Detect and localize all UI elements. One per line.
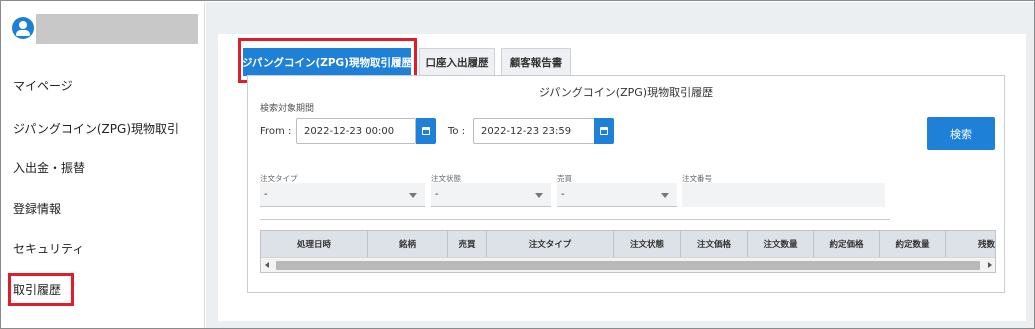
buy-sell-value: - [561,189,565,200]
content-card: ジパングコイン(ZPG)現物取引履歴 口座入出履歴 顧客報告書 ジパングコイン(… [218,34,1026,321]
to-calendar-button[interactable] [594,118,614,144]
tab-account-transfer-history[interactable]: 口座入出履歴 [419,48,495,76]
horizontal-scrollbar[interactable] [261,257,995,272]
trade-history-highlight-box [8,273,74,306]
scroll-left-icon[interactable] [265,262,269,268]
chevron-down-icon [661,193,669,198]
chevron-down-icon [409,193,417,198]
order-status-select[interactable]: - [431,183,551,207]
table-header-cell: 注文数量 [748,231,814,257]
from-label: From : [260,126,292,137]
table-header-cell: 残数量 [946,231,995,257]
table-header-cell: 注文タイプ [487,231,614,257]
to-date-input[interactable]: 2022-12-23 23:59 [473,118,595,144]
panel-title: ジパングコイン(ZPG)現物取引履歴 [538,86,714,99]
user-avatar-icon [12,17,34,39]
table-header-cell: 処理日時 [261,231,368,257]
table-header-cell: 銘柄 [368,231,448,257]
order-type-select[interactable]: - [260,183,425,207]
divider [260,219,890,220]
tab-customer-report[interactable]: 顧客報告書 [501,48,571,76]
sidebar-item-deposit-withdraw[interactable]: 入出金・振替 [13,159,85,176]
calendar-icon [600,127,608,135]
order-type-value: - [264,189,268,200]
search-period-label: 検索対象期間 [260,104,315,114]
sidebar: マイページ ジパングコイン(ZPG)現物取引 入出金・振替 登録情報 セキュリテ… [2,2,205,328]
sidebar-item-mypage[interactable]: マイページ [13,77,73,94]
table-header-cell: 注文状態 [614,231,681,257]
buy-sell-select[interactable]: - [557,183,677,207]
table-header-row: 処理日時 銘柄 売買 注文タイプ 注文状態 注文価格 注文数量 約定価格 約定数… [261,231,995,257]
window-frame: マイページ ジパングコイン(ZPG)現物取引 入出金・振替 登録情報 セキュリテ… [0,0,1035,329]
chevron-down-icon [535,193,543,198]
history-table: 処理日時 銘柄 売買 注文タイプ 注文状態 注文価格 注文数量 約定価格 約定数… [260,230,996,273]
order-number-input[interactable] [682,183,885,207]
from-calendar-button[interactable] [416,118,436,144]
order-status-value: - [435,189,439,200]
scroll-right-icon[interactable] [988,262,992,268]
table-header-cell: 約定価格 [814,231,880,257]
history-panel: ジパングコイン(ZPG)現物取引履歴 検索対象期間 From : 2022-12… [247,75,1005,293]
table-header-cell: 約定数量 [880,231,946,257]
table-header-cell: 売買 [448,231,487,257]
from-date-input[interactable]: 2022-12-23 00:00 [296,118,416,144]
main-content: ジパングコイン(ZPG)現物取引履歴 口座入出履歴 顧客報告書 ジパングコイン(… [206,2,1034,328]
username-redacted [36,14,198,44]
sidebar-item-registration[interactable]: 登録情報 [13,200,61,217]
sidebar-item-zpg-trading[interactable]: ジパングコイン(ZPG)現物取引 [13,120,179,137]
to-label: To : [448,126,466,137]
scrollbar-thumb[interactable] [276,261,980,270]
search-button[interactable]: 検索 [927,117,995,150]
calendar-icon [422,127,430,135]
table-header-cell: 注文価格 [681,231,748,257]
sidebar-item-security[interactable]: セキュリティ [13,240,84,257]
